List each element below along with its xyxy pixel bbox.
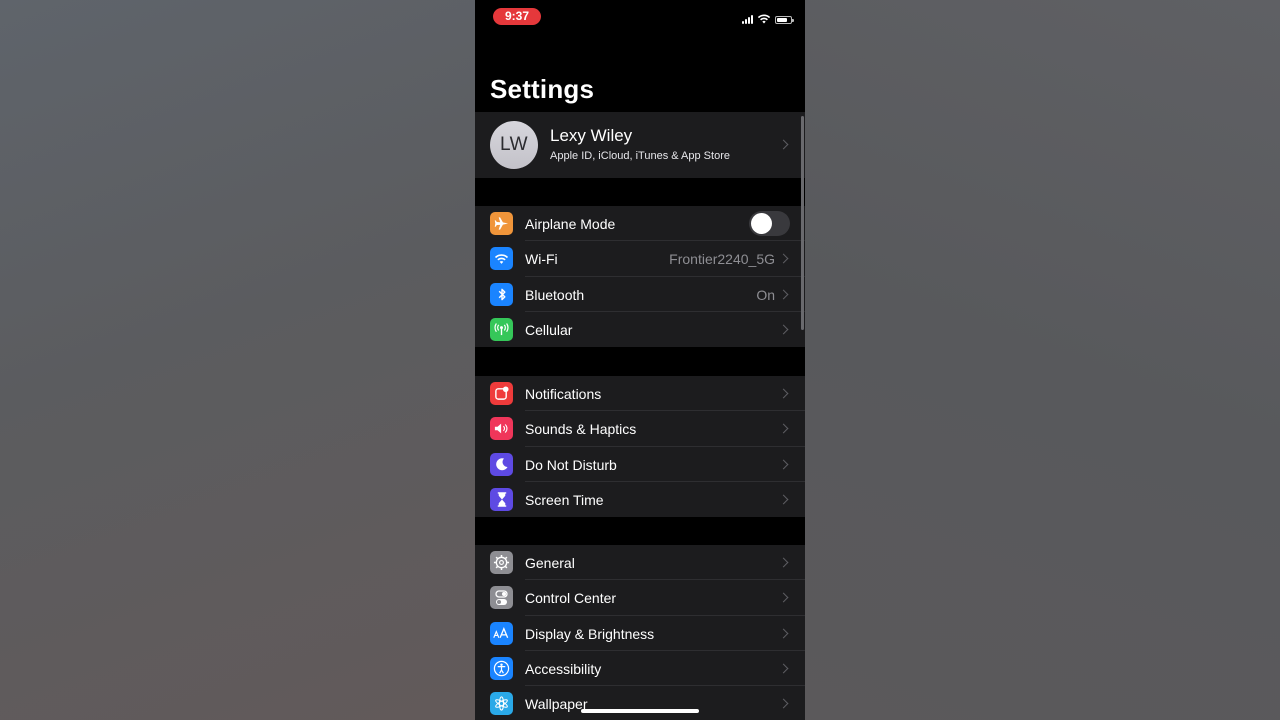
- screen-time-label: Screen Time: [525, 491, 604, 508]
- bluetooth-status-value: On: [756, 286, 775, 303]
- bluetooth-icon: [490, 282, 513, 306]
- chevron-right-icon: [778, 253, 789, 264]
- settings-row-bluetooth[interactable]: Bluetooth On: [475, 277, 805, 312]
- blurred-background-right: [805, 0, 1280, 720]
- settings-row-cellular[interactable]: Cellular: [475, 312, 805, 347]
- do-not-disturb-label: Do Not Disturb: [525, 456, 617, 473]
- toggle-knob: [751, 213, 772, 234]
- moon-icon: [490, 452, 513, 476]
- wifi-label: Wi-Fi: [525, 251, 558, 268]
- settings-row-control-center[interactable]: Control Center: [475, 580, 805, 616]
- status-time: 9:37: [493, 8, 541, 25]
- airplane-icon: [490, 212, 513, 235]
- home-indicator[interactable]: [581, 709, 699, 713]
- wifi-status-icon: [757, 14, 771, 24]
- wallpaper-label: Wallpaper: [525, 696, 588, 713]
- profile-name: Lexy Wiley: [550, 126, 633, 145]
- antenna-icon: [490, 317, 513, 341]
- chevron-right-icon: [778, 628, 789, 639]
- connectivity-group: Airplane Mode Wi-Fi Frontier2240_5G Blue…: [475, 206, 805, 348]
- settings-row-screen-time[interactable]: Screen Time: [475, 482, 805, 517]
- accessibility-icon: [490, 656, 513, 680]
- accessibility-label: Accessibility: [525, 660, 602, 677]
- speaker-icon: [490, 417, 513, 441]
- chevron-right-icon: [778, 663, 789, 674]
- chevron-right-icon: [778, 698, 789, 709]
- wifi-network-value: Frontier2240_5G: [669, 251, 775, 268]
- chevron-right-icon: [778, 139, 789, 150]
- phone-screen: 9:37 Settings LW Lexy Wiley Apple ID, iC…: [475, 0, 805, 720]
- chevron-right-icon: [778, 557, 789, 568]
- chevron-right-icon: [778, 388, 789, 399]
- settings-row-wifi[interactable]: Wi-Fi Frontier2240_5G: [475, 241, 805, 277]
- settings-row-airplane-mode: Airplane Mode: [475, 206, 805, 242]
- cellular-signal-icon: [742, 15, 753, 24]
- text-size-icon: [490, 621, 513, 645]
- chevron-right-icon: [778, 324, 789, 335]
- airplane-mode-toggle[interactable]: [749, 211, 790, 236]
- battery-icon: [775, 16, 794, 24]
- notifications-icon: [490, 382, 513, 405]
- alerts-group: Notifications Sounds & Haptics Do Not Di…: [475, 376, 805, 518]
- chevron-right-icon: [778, 494, 789, 505]
- sounds-haptics-label: Sounds & Haptics: [525, 421, 637, 438]
- settings-row-accessibility[interactable]: Accessibility: [475, 651, 805, 687]
- profile-subtitle: Apple ID, iCloud, iTunes & App Store: [550, 150, 730, 162]
- wifi-icon: [490, 247, 513, 271]
- scroll-indicator[interactable]: [801, 116, 804, 330]
- settings-row-do-not-disturb[interactable]: Do Not Disturb: [475, 447, 805, 482]
- settings-row-sounds-haptics[interactable]: Sounds & Haptics: [475, 411, 805, 447]
- bluetooth-label: Bluetooth: [525, 286, 585, 303]
- notifications-label: Notifications: [525, 386, 602, 402]
- settings-row-wallpaper[interactable]: Wallpaper: [475, 686, 805, 720]
- gear-icon: [490, 551, 513, 574]
- status-icons: [742, 12, 794, 24]
- chevron-right-icon: [778, 289, 789, 300]
- airplane-mode-label: Airplane Mode: [525, 216, 616, 232]
- settings-row-display-brightness[interactable]: Display & Brightness: [475, 616, 805, 651]
- avatar: LW: [490, 121, 538, 169]
- blurred-background-left: [0, 0, 475, 720]
- flower-icon: [490, 692, 513, 716]
- cellular-label: Cellular: [525, 321, 573, 338]
- hourglass-icon: [490, 487, 513, 511]
- display-brightness-label: Display & Brightness: [525, 625, 655, 642]
- chevron-right-icon: [778, 592, 789, 603]
- apple-id-profile-row[interactable]: LW Lexy Wiley Apple ID, iCloud, iTunes &…: [475, 112, 805, 178]
- settings-row-general[interactable]: General: [475, 545, 805, 581]
- switches-icon: [490, 586, 513, 610]
- chevron-right-icon: [778, 423, 789, 434]
- page-title: Settings: [490, 74, 595, 104]
- settings-row-notifications[interactable]: Notifications: [475, 376, 805, 412]
- general-label: General: [525, 555, 575, 571]
- system-group: General Control Center Display & Brightn…: [475, 545, 805, 720]
- control-center-label: Control Center: [525, 590, 617, 607]
- chevron-right-icon: [778, 459, 789, 470]
- status-bar: 9:37: [475, 0, 805, 34]
